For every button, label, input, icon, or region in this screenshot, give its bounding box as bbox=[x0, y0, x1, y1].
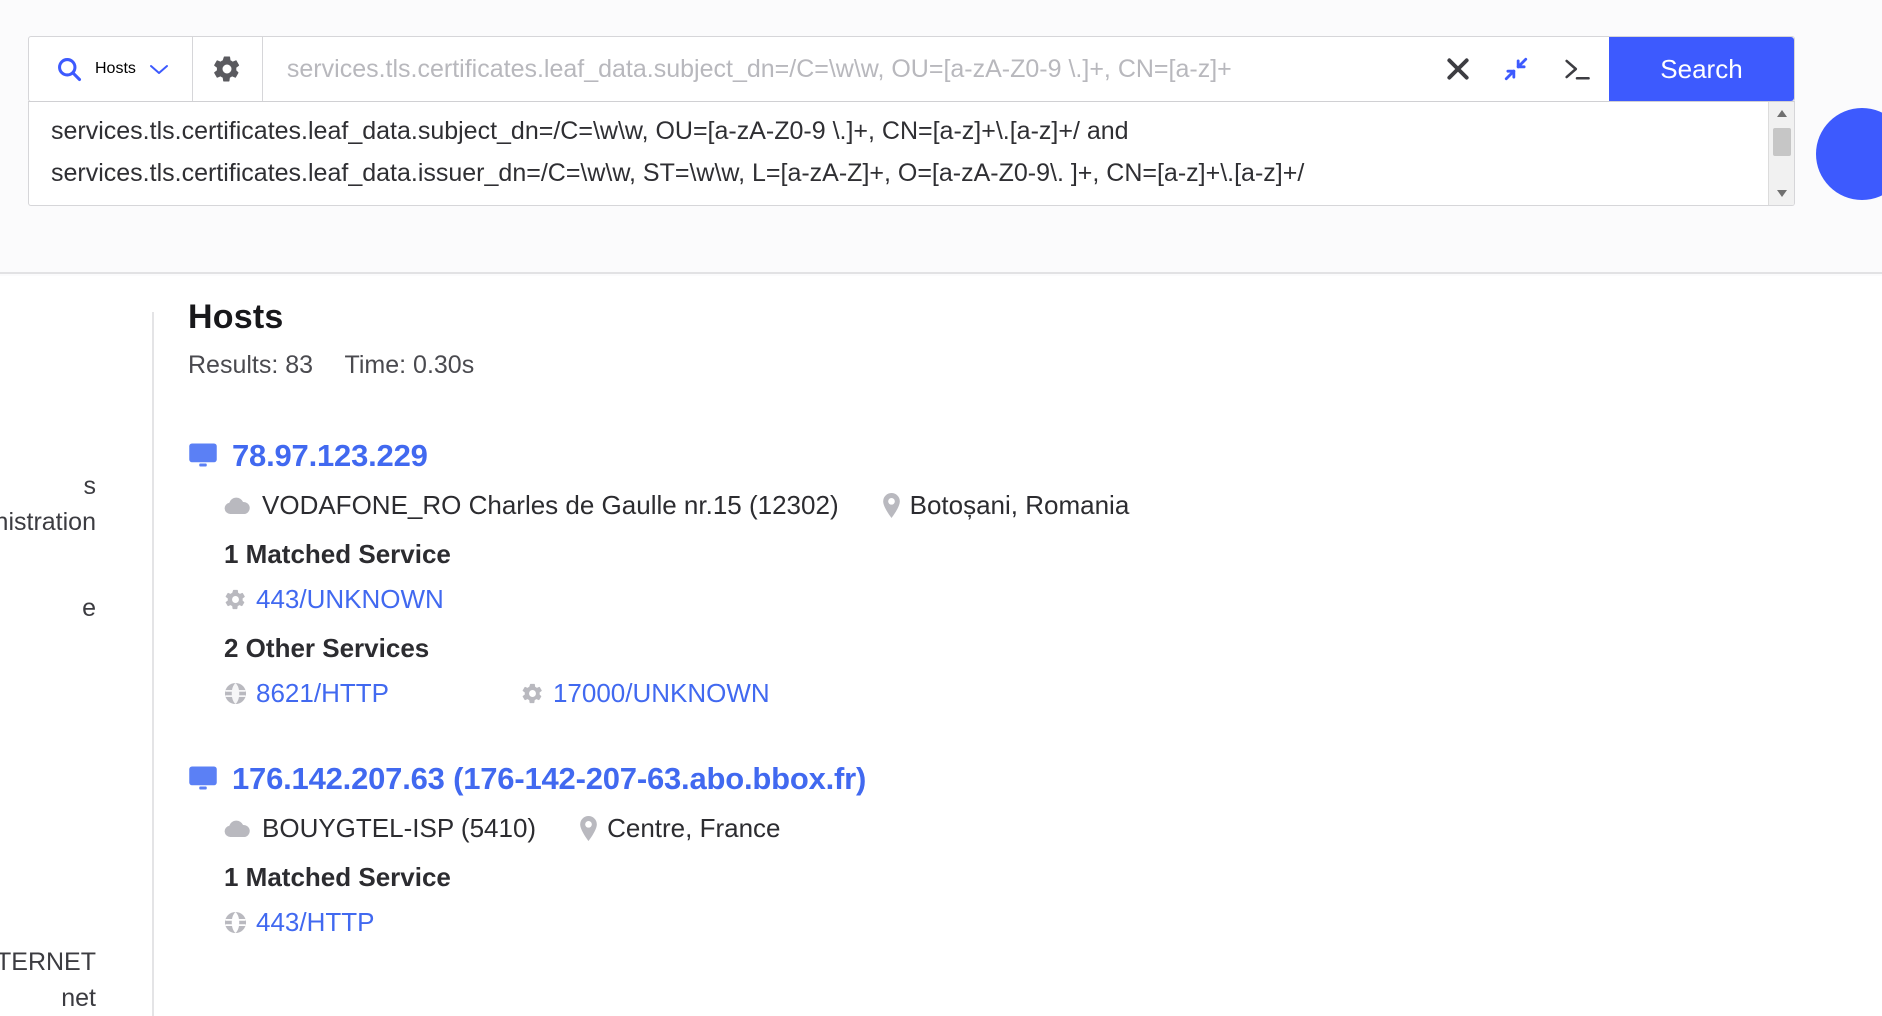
search-suggestions-panel: services.tls.certificates.leaf_data.subj… bbox=[28, 101, 1795, 206]
service-link[interactable]: 443/HTTP bbox=[224, 907, 375, 938]
sidebar-text-fragment: nistration bbox=[0, 508, 96, 536]
host-asn-label: BOUYGTEL-ISP (5410) bbox=[262, 813, 537, 843]
matched-services-heading: 1 Matched Service bbox=[224, 862, 451, 892]
suggestions-scrollbar[interactable] bbox=[1768, 102, 1794, 205]
gear-icon bbox=[224, 588, 247, 611]
host-result: 78.97.123.229 VODAFONE_RO Charles de Gau… bbox=[188, 438, 1788, 709]
search-scope-selector[interactable]: Hosts bbox=[29, 37, 193, 101]
search-bar: Hosts services.tls.certificates.leaf_dat… bbox=[28, 36, 1795, 102]
monitor-icon bbox=[188, 765, 218, 793]
service-label: 443/HTTP bbox=[256, 907, 375, 937]
host-header: 78.97.123.229 bbox=[188, 438, 1788, 474]
matched-services-row: 443/UNKNOWN bbox=[224, 584, 1788, 615]
app-root: Hosts services.tls.certificates.leaf_dat… bbox=[0, 0, 1882, 1016]
scroll-up-button[interactable] bbox=[1769, 102, 1794, 125]
page-title: Hosts bbox=[188, 298, 284, 336]
other-services-heading: 2 Other Services bbox=[224, 633, 430, 663]
sidebar-text-fragment: s bbox=[83, 472, 97, 500]
scrollbar-thumb[interactable] bbox=[1773, 128, 1791, 156]
caret-up-icon bbox=[1776, 109, 1788, 118]
host-header: 176.142.207.63 (176-142-207-63.abo.bbox.… bbox=[188, 761, 1788, 797]
host-location-label: Botoșani, Romania bbox=[909, 490, 1130, 520]
suggestion-item[interactable]: services.tls.certificates.leaf_data.issu… bbox=[29, 152, 1794, 194]
sidebar-text-fragment: TERNET bbox=[0, 948, 96, 976]
service-label: 17000/UNKNOWN bbox=[552, 678, 770, 708]
search-bar-region: Hosts services.tls.certificates.leaf_dat… bbox=[0, 0, 1882, 274]
search-button[interactable]: Search bbox=[1609, 37, 1794, 101]
host-asn: VODAFONE_RO Charles de Gaulle nr.15 (123… bbox=[224, 490, 839, 521]
globe-icon bbox=[224, 911, 247, 934]
matched-services-heading: 1 Matched Service bbox=[224, 539, 451, 569]
cloud-icon bbox=[224, 819, 250, 838]
host-location: Botoșani, Romania bbox=[882, 490, 1130, 521]
gear-icon bbox=[521, 682, 544, 705]
service-label: 8621/HTTP bbox=[256, 678, 389, 708]
host-asn-label: VODAFONE_RO Charles de Gaulle nr.15 (123… bbox=[262, 490, 839, 520]
close-icon bbox=[1445, 56, 1471, 82]
host-ip-link[interactable]: 176.142.207.63 (176-142-207-63.abo.bbox.… bbox=[232, 761, 866, 797]
help-bubble-button[interactable] bbox=[1816, 108, 1882, 200]
cloud-icon bbox=[224, 496, 250, 515]
host-location: Centre, France bbox=[580, 813, 780, 844]
globe-icon bbox=[224, 682, 247, 705]
host-result: 176.142.207.63 (176-142-207-63.abo.bbox.… bbox=[188, 761, 1788, 938]
service-link[interactable]: 8621/HTTP bbox=[224, 678, 389, 709]
matched-services-row: 443/HTTP bbox=[224, 907, 1788, 938]
search-settings-button[interactable] bbox=[192, 37, 263, 101]
query-time: Time: 0.30s bbox=[344, 351, 475, 379]
terminal-icon bbox=[1562, 55, 1592, 83]
host-location-label: Centre, France bbox=[607, 813, 781, 843]
results-count: Results: 83 bbox=[188, 351, 314, 379]
open-console-button[interactable] bbox=[1545, 37, 1609, 101]
host-metadata: BOUYGTEL-ISP (5410) Centre, France bbox=[224, 813, 1788, 844]
caret-down-icon bbox=[1776, 189, 1788, 198]
suggestion-item[interactable]: services.tls.certificates.leaf_data.subj… bbox=[29, 110, 1794, 152]
results-column: Hosts Results: 83 Time: 0.30s 78.97.123.… bbox=[188, 276, 1788, 938]
sidebar-text-fragment: e bbox=[82, 594, 96, 622]
service-link[interactable]: 443/UNKNOWN bbox=[224, 584, 444, 615]
content-area: s nistration e TERNET net Hosts Results:… bbox=[0, 276, 1882, 1016]
map-pin-icon bbox=[580, 816, 597, 841]
sidebar-text-fragment: net bbox=[61, 984, 96, 1012]
scroll-down-button[interactable] bbox=[1769, 182, 1794, 205]
service-link[interactable]: 17000/UNKNOWN bbox=[521, 678, 770, 709]
map-pin-icon bbox=[882, 493, 900, 518]
left-sidebar-fragments: s nistration e TERNET net bbox=[0, 276, 152, 1016]
search-icon bbox=[55, 55, 83, 83]
gear-icon bbox=[212, 54, 242, 84]
host-asn: BOUYGTEL-ISP (5410) bbox=[224, 813, 536, 844]
collapse-arrows-icon bbox=[1503, 56, 1529, 82]
host-metadata: VODAFONE_RO Charles de Gaulle nr.15 (123… bbox=[224, 490, 1788, 521]
service-label: 443/UNKNOWN bbox=[256, 584, 444, 614]
chevron-down-icon bbox=[148, 62, 170, 76]
results-summary: Results: 83 Time: 0.30s bbox=[188, 351, 1788, 380]
monitor-icon bbox=[188, 442, 218, 470]
collapse-query-button[interactable] bbox=[1487, 37, 1545, 101]
search-input[interactable] bbox=[262, 37, 1429, 101]
column-divider bbox=[152, 312, 154, 1016]
host-ip-link[interactable]: 78.97.123.229 bbox=[232, 438, 428, 474]
clear-query-button[interactable] bbox=[1429, 37, 1487, 101]
search-scope-label: Hosts bbox=[95, 60, 136, 77]
other-services-row: 8621/HTTP 17000/UNKNOWN bbox=[224, 678, 1788, 709]
